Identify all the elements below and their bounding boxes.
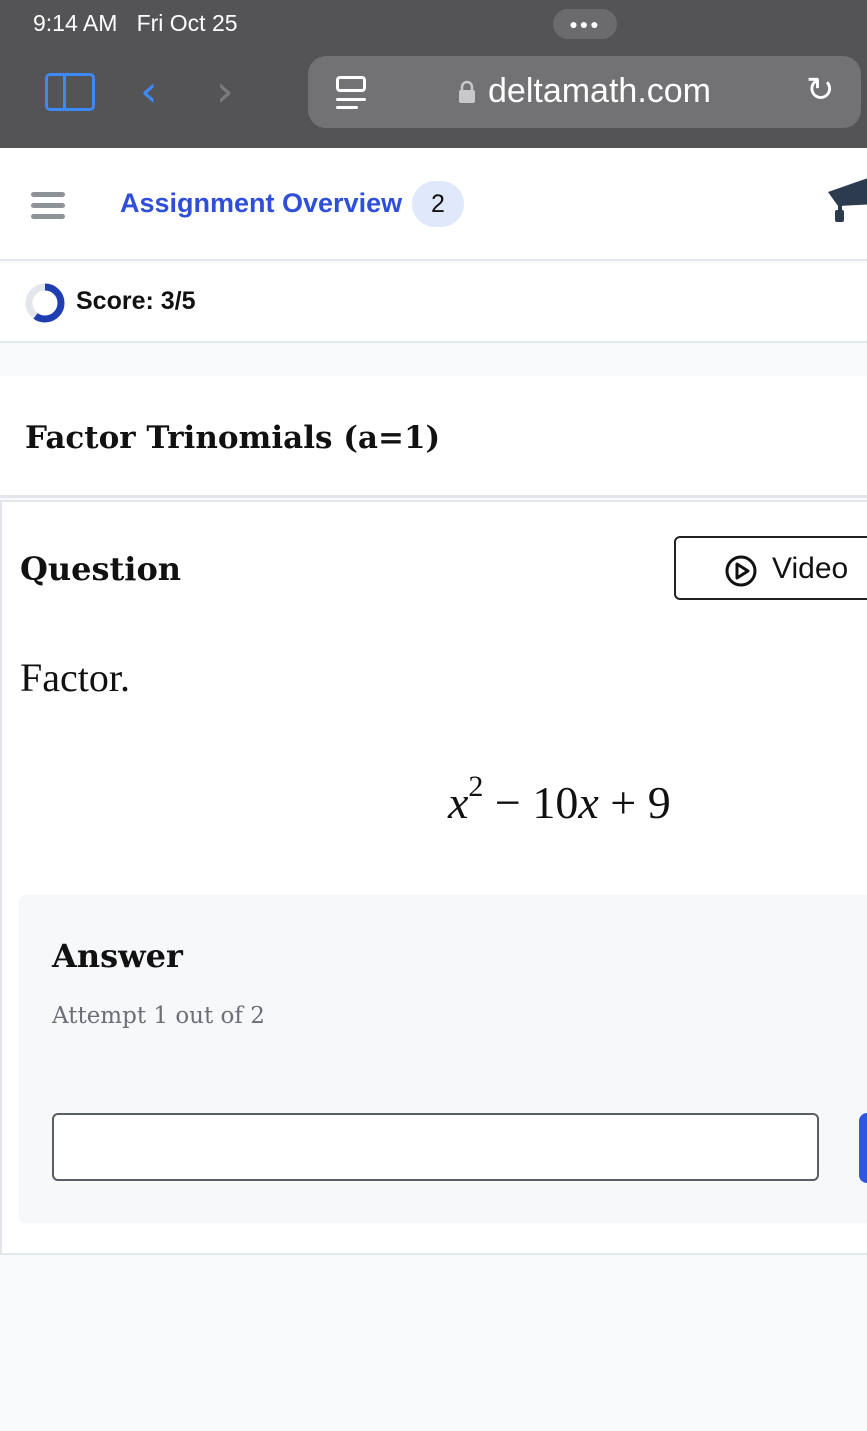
more-dots-icon[interactable]: ●●●	[553, 9, 617, 39]
question-prompt: Factor.	[20, 655, 130, 700]
forward-chevron-icon[interactable]: ›	[216, 66, 234, 117]
expr-var: x	[578, 777, 599, 828]
play-circle-icon	[725, 555, 757, 587]
expr-var: x	[448, 777, 469, 828]
back-chevron-icon[interactable]: ‹	[140, 66, 158, 117]
expr-term: − 10	[483, 777, 579, 828]
graduation-cap-icon[interactable]	[828, 178, 867, 228]
reload-icon[interactable]: ↻	[806, 70, 835, 110]
problem-title: Factor Trinomials (a=1)	[25, 420, 441, 456]
reader-icon[interactable]	[336, 76, 366, 110]
assignment-header: Factor Trinomials (a=1)	[0, 376, 867, 498]
answer-panel: Answer Attempt 1 out of 2	[19, 895, 867, 1223]
answer-input[interactable]	[52, 1113, 819, 1181]
overview-count-badge: 2	[412, 181, 464, 227]
top-nav: Assignment Overview 2	[0, 148, 867, 261]
submit-button[interactable]	[859, 1113, 867, 1183]
date: Fri Oct 25	[136, 10, 238, 36]
math-expression: x2 − 10x + 9	[448, 770, 671, 829]
status-time: 9:14 AM Fri Oct 25	[33, 10, 238, 37]
menu-icon[interactable]	[31, 192, 65, 220]
browser-chrome: 9:14 AM Fri Oct 25 ●●● ‹ › deltamath.com…	[0, 0, 867, 148]
video-label: Video	[772, 552, 849, 585]
time: 9:14 AM	[33, 10, 118, 36]
score-progress-ring	[25, 283, 65, 323]
score-bar: Score: 3/5	[0, 263, 867, 343]
lock-icon	[459, 80, 475, 103]
answer-heading: Answer	[52, 937, 183, 975]
address-bar[interactable]: deltamath.com ↻	[308, 56, 861, 128]
expr-term: + 9	[598, 777, 671, 828]
url-text[interactable]: deltamath.com	[488, 72, 711, 111]
question-heading: Question	[20, 550, 182, 588]
score-text: Score: 3/5	[76, 287, 196, 315]
attempt-counter: Attempt 1 out of 2	[52, 1003, 265, 1029]
sidebar-toggle-icon[interactable]	[45, 73, 95, 111]
expr-exponent: 2	[468, 770, 484, 803]
question-card: Question Video Factor. x2 − 10x + 9 Answ…	[0, 500, 867, 1255]
video-button[interactable]: Video	[674, 536, 867, 600]
assignment-overview-link[interactable]: Assignment Overview	[120, 188, 402, 219]
